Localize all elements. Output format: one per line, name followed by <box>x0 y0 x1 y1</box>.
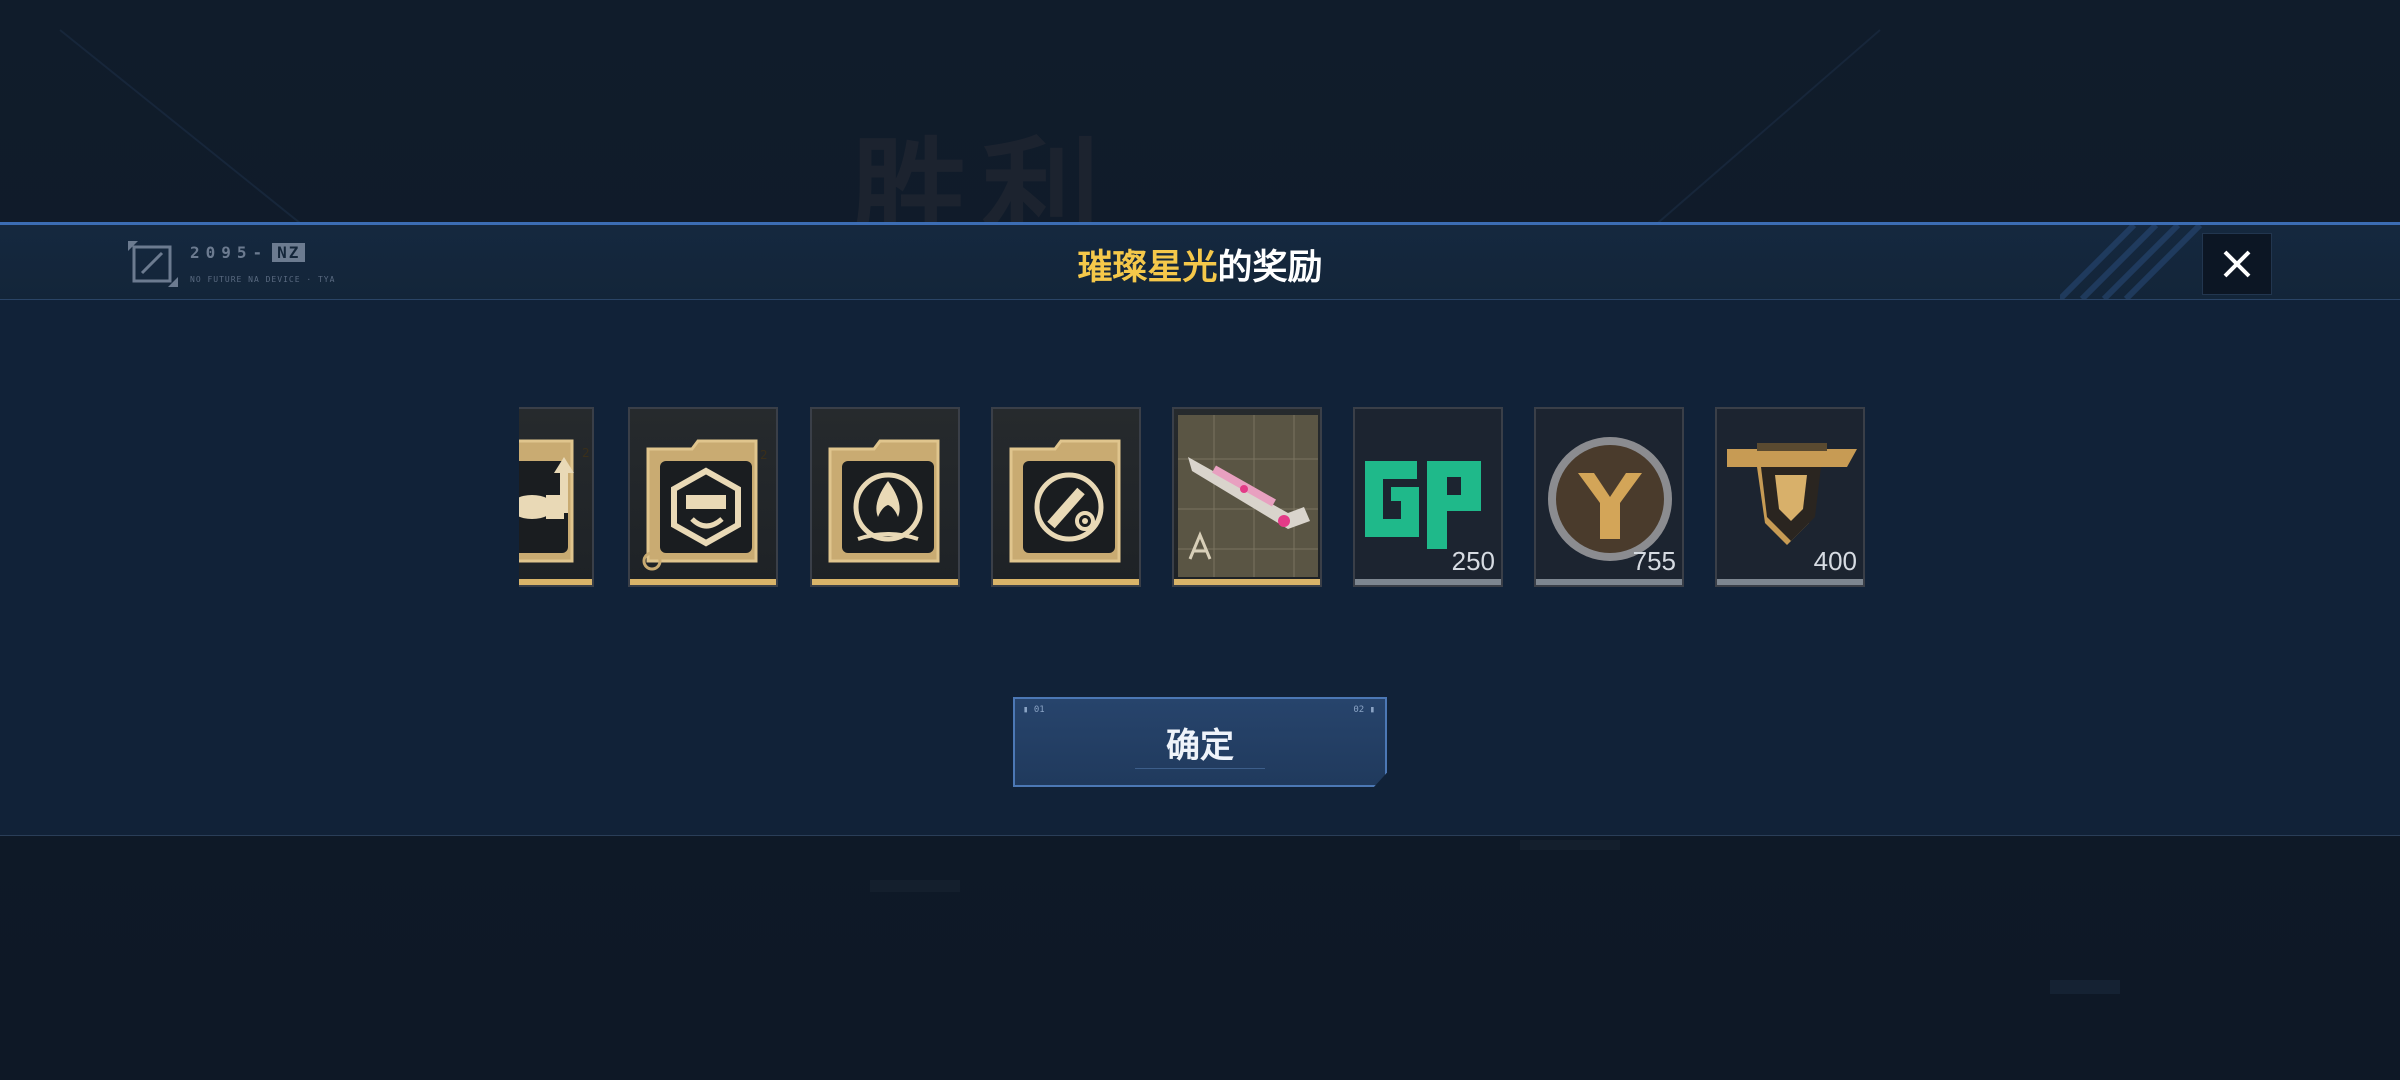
title-rest: 的奖励 <box>1217 248 1323 288</box>
close-icon <box>2223 250 2251 278</box>
button-decor-left: ▮ 01 <box>1023 705 1045 715</box>
svg-text:2: 2 <box>760 448 768 462</box>
reward-item[interactable] <box>810 407 960 587</box>
title-highlight: 璀璨星光 <box>1077 248 1218 288</box>
reward-item[interactable]: 755 <box>1534 407 1684 587</box>
confirm-label: 确定 <box>1166 725 1234 766</box>
weapon-mod-card-icon: 2 <box>642 439 768 571</box>
reward-item[interactable]: 2 <box>628 407 778 587</box>
rarity-bar <box>1355 579 1501 585</box>
close-button[interactable] <box>2202 233 2272 295</box>
dialog-header: 2095- NZ NO FUTURE NA DEVICE · TYA 璀璨星光的奖… <box>0 225 2400 300</box>
reward-quantity: 755 <box>1632 546 1676 576</box>
reward-item[interactable] <box>991 407 1141 587</box>
button-decor-right: 02 ▮ <box>1353 705 1375 715</box>
header-stripes <box>2060 225 2203 299</box>
rarity-bar <box>1174 579 1320 585</box>
reward-item[interactable]: 250 <box>1353 407 1503 587</box>
rarity-bar <box>630 579 776 585</box>
reward-quantity: 250 <box>1451 546 1495 576</box>
reward-quantity: 400 <box>1813 546 1857 576</box>
reward-item[interactable] <box>1172 407 1322 587</box>
rarity-bar <box>519 579 592 585</box>
flame-emblem-card-icon <box>828 439 940 563</box>
confirm-button[interactable]: ▮ 01 02 ▮ 确定 <box>1013 697 1387 787</box>
reward-item[interactable]: 2 <box>519 407 594 587</box>
rarity-bar <box>993 579 1139 585</box>
button-underline <box>1135 768 1265 769</box>
rarity-bar <box>812 579 958 585</box>
rewards-list: 2 2 250 755 400 <box>519 407 1869 589</box>
dialog-title: 璀璨星光的奖励 <box>0 239 2400 290</box>
rarity-bar <box>1717 579 1863 585</box>
weapon-blueprint-icon <box>1178 415 1318 577</box>
rarity-bar <box>1536 579 1682 585</box>
svg-text:2: 2 <box>582 446 590 460</box>
reward-item[interactable]: 400 <box>1715 407 1865 587</box>
rocket-emblem-card-icon <box>1009 439 1121 563</box>
ammo-upgrade-card-icon: 2 <box>519 439 590 563</box>
